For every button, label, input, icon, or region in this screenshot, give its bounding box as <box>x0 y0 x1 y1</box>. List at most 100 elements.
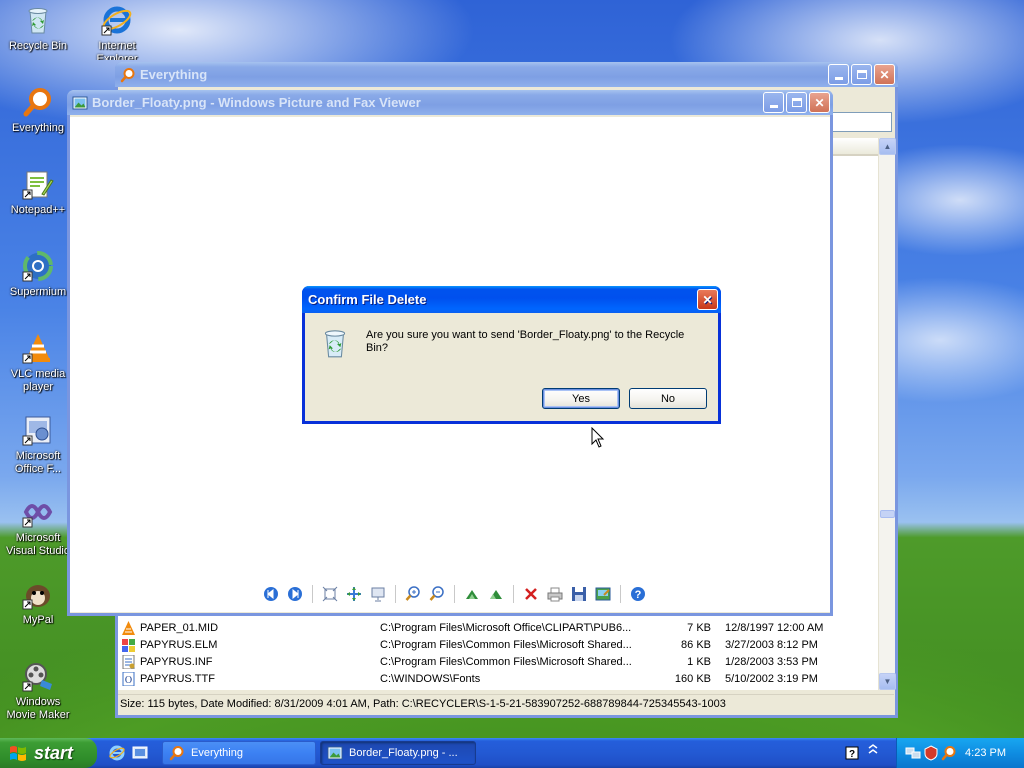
minimize-icon <box>769 105 778 108</box>
desktop-icon-label: VLC media player <box>10 368 66 393</box>
previous-image-icon[interactable] <box>262 585 280 603</box>
file-path: C:\Program Files\Common Files\Microsoft … <box>380 655 632 668</box>
everything-icon <box>169 746 184 761</box>
show-desktop-icon[interactable] <box>131 744 149 762</box>
save-icon[interactable] <box>570 585 588 603</box>
task-everything[interactable]: Everything <box>162 741 316 765</box>
scroll-thumb[interactable] <box>880 510 895 518</box>
file-date: 5/10/2002 3:19 PM <box>725 672 818 685</box>
desktop-icon-movie-maker[interactable]: Windows Movie Maker <box>0 660 76 722</box>
zoom-out-icon[interactable] <box>428 585 446 603</box>
desktop-icon-label: Microsoft Office F... <box>14 450 62 475</box>
inf-file-icon <box>122 654 135 669</box>
visual-studio-icon <box>22 496 54 528</box>
midi-file-icon <box>122 620 135 635</box>
desktop-icon-everything[interactable]: Everything <box>0 86 76 135</box>
desktop-icon-label: Windows Movie Maker <box>6 696 70 721</box>
file-date: 1/28/2003 3:53 PM <box>725 655 818 668</box>
next-image-icon[interactable] <box>286 585 304 603</box>
desktop-icon-internet-explorer[interactable]: Internet Explorer <box>79 4 155 60</box>
window-title: Everything <box>140 67 208 82</box>
file-path: C:\Program Files\Common Files\Microsoft … <box>380 638 632 651</box>
best-fit-icon[interactable] <box>321 585 339 603</box>
internet-explorer-icon[interactable] <box>108 744 126 762</box>
desktop-icon-recycle-bin[interactable]: Recycle Bin <box>0 4 76 53</box>
mouse-cursor-icon <box>591 427 605 448</box>
clock[interactable]: 4:23 PM <box>965 747 1006 759</box>
table-row[interactable]: PAPYRUS.INF C:\Program Files\Common File… <box>118 653 878 670</box>
help-icon[interactable]: ? <box>629 585 647 603</box>
task-picture-viewer[interactable]: Border_Floaty.png - ... <box>320 741 476 765</box>
status-bar: Size: 115 bytes, Date Modified: 8/31/200… <box>118 694 894 714</box>
collapse-tray-icon[interactable] <box>866 744 880 762</box>
rotate-counterclockwise-icon[interactable] <box>487 585 505 603</box>
desktop-icon-office[interactable]: Microsoft Office F... <box>0 414 76 476</box>
maximize-icon <box>791 98 802 107</box>
scroll-down-button[interactable]: ▼ <box>879 673 896 690</box>
open-with-icon[interactable] <box>594 585 612 603</box>
table-row[interactable]: PAPER_01.MID C:\Program Files\Microsoft … <box>118 619 878 636</box>
toolbar-separator <box>312 585 313 603</box>
toolbar-separator <box>620 585 621 603</box>
desktop-icon-label: Notepad++ <box>10 204 66 216</box>
toolbar-separator <box>454 585 455 603</box>
minimize-button[interactable] <box>763 92 784 113</box>
minimize-button[interactable] <box>828 64 849 85</box>
column-header[interactable] <box>830 138 878 156</box>
viewer-toolbar: ? <box>262 584 647 604</box>
dialog-titlebar[interactable]: Confirm File Delete ✕ <box>302 286 721 313</box>
no-button[interactable]: No <box>629 388 707 409</box>
help-notify-icon[interactable]: ? <box>845 745 859 761</box>
dialog-close-button[interactable]: ✕ <box>697 289 718 310</box>
table-row[interactable]: PAPYRUS.ELM C:\Program Files\Common File… <box>118 636 878 653</box>
file-size: 1 KB <box>687 655 711 668</box>
desktop-icon-visual-studio[interactable]: Microsoft Visual Studio 2010 <box>0 496 76 558</box>
desktop-icon-mypal[interactable]: MyPal <box>0 578 76 627</box>
notepadpp-icon <box>22 168 54 200</box>
delete-icon[interactable] <box>522 585 540 603</box>
start-label: start <box>34 742 74 763</box>
actual-size-icon[interactable] <box>345 585 363 603</box>
table-row[interactable]: O PAPYRUS.TTF C:\WINDOWS\Fonts 160 KB 5/… <box>118 670 878 687</box>
system-tray: 4:23 PM <box>896 738 1024 768</box>
desktop-icon-notepadpp[interactable]: Notepad++ <box>0 168 76 217</box>
start-button[interactable]: start <box>0 738 97 768</box>
file-size: 7 KB <box>687 621 711 634</box>
everything-titlebar[interactable]: Everything ✕ <box>115 62 898 87</box>
zoom-in-icon[interactable] <box>404 585 422 603</box>
close-button[interactable]: ✕ <box>809 92 830 113</box>
maximize-button[interactable] <box>851 64 872 85</box>
file-path: C:\WINDOWS\Fonts <box>380 672 481 685</box>
security-alert-icon[interactable] <box>923 745 939 761</box>
scroll-up-button[interactable]: ▲ <box>879 138 896 155</box>
file-size: 86 KB <box>681 638 711 651</box>
picture-icon <box>72 96 88 109</box>
task-label: Border_Floaty.png - ... <box>349 747 458 759</box>
recycle-bin-icon <box>22 4 54 36</box>
window-title: Border_Floaty.png - Windows Picture and … <box>92 95 421 110</box>
maximize-icon <box>856 70 867 79</box>
everything-icon <box>120 67 135 82</box>
file-path: C:\Program Files\Microsoft Office\CLIPAR… <box>380 621 632 634</box>
taskbar: start Everything Border_Floaty.png - ...… <box>0 738 1024 768</box>
desktop-icon-label: MyPal <box>22 614 54 626</box>
close-button[interactable]: ✕ <box>874 64 895 85</box>
file-name: PAPYRUS.ELM <box>140 638 218 651</box>
maximize-button[interactable] <box>786 92 807 113</box>
file-size: 160 KB <box>674 672 711 685</box>
toolbar-separator <box>513 585 514 603</box>
network-icon[interactable] <box>905 745 921 761</box>
desktop-icon-supermium[interactable]: Supermium <box>0 250 76 299</box>
desktop-icon-vlc[interactable]: VLC media player <box>0 332 76 394</box>
rotate-clockwise-icon[interactable] <box>463 585 481 603</box>
yes-button[interactable]: Yes <box>542 388 620 409</box>
file-name: PAPYRUS.INF <box>140 655 213 668</box>
desktop-icon-label: Recycle Bin <box>8 40 68 52</box>
slideshow-icon[interactable] <box>369 585 387 603</box>
results-scrollbar[interactable]: ▲ ▼ <box>878 138 896 690</box>
file-name: PAPER_01.MID <box>140 621 219 634</box>
picture-viewer-titlebar[interactable]: Border_Floaty.png - Windows Picture and … <box>67 90 833 115</box>
everything-tray-icon[interactable] <box>941 745 957 761</box>
print-icon[interactable] <box>546 585 564 603</box>
close-icon: ✕ <box>879 67 890 82</box>
